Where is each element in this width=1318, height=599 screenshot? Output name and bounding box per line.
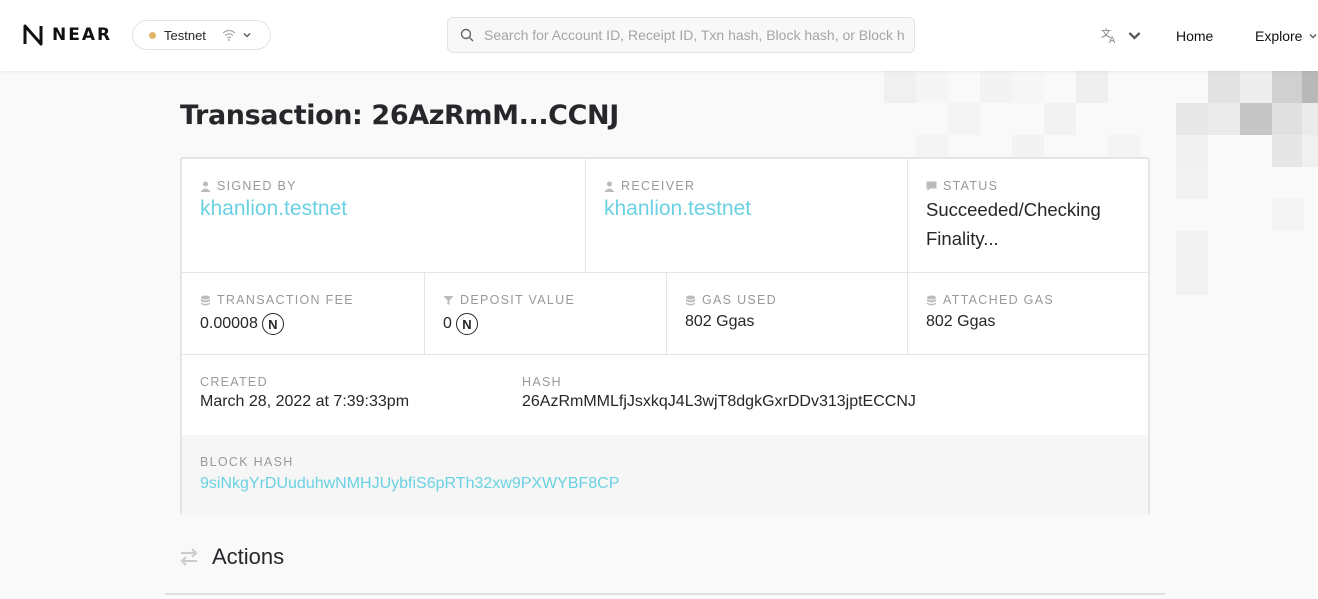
section-divider: [165, 593, 1165, 595]
deposit-value-row: 0 N: [443, 313, 648, 335]
deposit-value-label: DEPOSIT VALUE: [460, 293, 576, 307]
gas-used-label: GAS USED: [702, 293, 777, 307]
status-label: STATUS: [943, 179, 999, 193]
near-token-icon: N: [455, 313, 478, 335]
actions-heading: Actions: [212, 544, 285, 569]
actions-heading-row: Actions: [178, 544, 284, 570]
logo-text: NEAR: [52, 25, 113, 45]
transaction-fee-label-row: TRANSACTION FEE: [200, 293, 406, 307]
coins-icon: [201, 295, 210, 305]
gas-used-cell: GAS USED 802 Ggas: [666, 272, 907, 354]
translate-icon: 文 A: [1101, 27, 1116, 44]
wifi-icon: [222, 29, 236, 41]
coins-icon: [927, 295, 936, 305]
signed-by-label: SIGNED BY: [217, 179, 297, 193]
near-token-icon: N: [261, 313, 284, 335]
created-label: CREATED: [200, 375, 268, 389]
status-value: Succeeded/Checking Finality...: [926, 199, 1101, 249]
svg-text:A: A: [1109, 36, 1116, 44]
logo[interactable]: NEAR: [22, 24, 112, 46]
signed-by-label-row: SIGNED BY: [200, 179, 567, 193]
attached-gas-label: ATTACHED GAS: [943, 293, 1054, 307]
receiver-cell: RECEIVER khanlion.testnet: [585, 159, 907, 272]
search-box[interactable]: [447, 17, 915, 53]
created-value: March 28, 2022 at 7:39:33pm: [200, 393, 410, 410]
attached-gas-label-row: ATTACHED GAS: [926, 293, 1130, 307]
language-selector[interactable]: 文 A: [1101, 27, 1143, 44]
status-label-row: STATUS: [926, 179, 1130, 193]
chevron-down-icon: [243, 33, 251, 38]
block-hash-label: BLOCK HASH: [200, 455, 294, 469]
signed-by-account-link[interactable]: khanlion.testnet: [200, 197, 347, 221]
status-cell: STATUS Succeeded/Checking Finality...: [907, 159, 1148, 272]
chevron-down-icon: [1310, 34, 1317, 39]
attached-gas-value: 802 Ggas: [926, 313, 996, 330]
created-cell: CREATED March 28, 2022 at 7:39:33pm: [182, 354, 504, 435]
hash-label: HASH: [522, 375, 562, 389]
receiver-account-link[interactable]: khanlion.testnet: [604, 197, 751, 221]
hash-value: 26AzRmMMLfjJsxkqJ4L3wjT8dgkGxrDDv313jptE…: [522, 393, 916, 410]
transaction-fee-value: 0.00008: [200, 315, 258, 332]
near-logo-icon: [23, 24, 43, 46]
arrows-exchange-icon: [180, 548, 198, 566]
receiver-label-row: RECEIVER: [604, 179, 889, 193]
transaction-fee-cell: TRANSACTION FEE 0.00008 N: [182, 272, 424, 354]
gas-used-value: 802 Ggas: [685, 313, 755, 330]
network-status-dot: [149, 31, 156, 39]
deposit-value-label-row: DEPOSIT VALUE: [443, 293, 648, 307]
nav-explore-label: Explore: [1255, 28, 1303, 44]
filter-icon: [443, 295, 454, 305]
network-selector[interactable]: Testnet: [132, 20, 271, 50]
transaction-fee-label: TRANSACTION FEE: [217, 293, 354, 307]
deposit-value-cell: DEPOSIT VALUE 0 N: [424, 272, 666, 354]
attached-gas-cell: ATTACHED GAS 802 Ggas: [907, 272, 1148, 354]
transaction-fee-value-row: 0.00008 N: [200, 313, 406, 335]
block-hash-link[interactable]: 9siNkgYrDUuduhwNMHJUybfiS6pRTh32xw9PXWYB…: [200, 475, 619, 493]
comment-icon: [926, 181, 937, 191]
transaction-details-card: SIGNED BY khanlion.testnet RECEIVER khan…: [180, 157, 1150, 515]
coins-icon: [686, 295, 695, 305]
chevron-down-icon: [1128, 32, 1141, 40]
search-icon: [460, 28, 474, 42]
page-title: Transaction: 26AzRmM...CCNJ: [180, 100, 619, 131]
network-label: Testnet: [164, 27, 206, 43]
nav-explore-menu[interactable]: Explore: [1255, 28, 1318, 44]
user-icon: [200, 181, 211, 192]
gas-used-label-row: GAS USED: [685, 293, 889, 307]
nav-home-link[interactable]: Home: [1176, 28, 1213, 44]
deposit-value: 0: [443, 315, 452, 332]
receiver-label: RECEIVER: [621, 179, 696, 193]
search-input[interactable]: [484, 27, 904, 43]
top-navbar: NEAR Testnet 文 A Home Explore: [0, 0, 1318, 71]
block-hash-cell: BLOCK HASH 9siNkgYrDUuduhwNMHJUybfiS6pRT…: [182, 435, 1148, 515]
hash-cell: HASH 26AzRmMMLfjJsxkqJ4L3wjT8dgkGxrDDv31…: [504, 354, 1148, 435]
signed-by-cell: SIGNED BY khanlion.testnet: [182, 159, 585, 272]
user-icon: [604, 181, 615, 192]
